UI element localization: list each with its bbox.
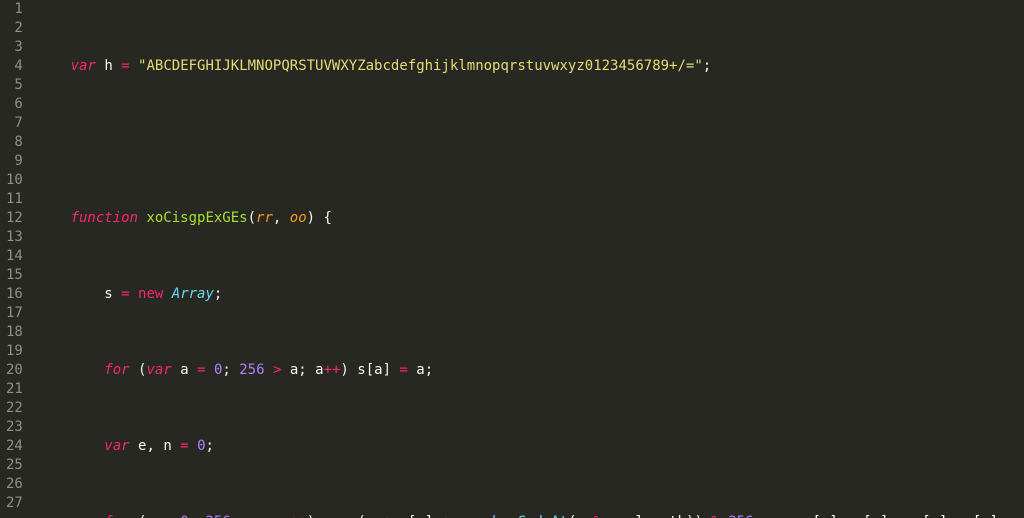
line-number: 15	[6, 266, 23, 285]
code-editor: 1234567891011121314151617181920212223242…	[0, 0, 1024, 518]
line-number: 3	[6, 38, 23, 57]
line-number: 21	[6, 380, 23, 399]
line-number: 26	[6, 475, 23, 494]
line-number: 11	[6, 190, 23, 209]
line-number-gutter: 1234567891011121314151617181920212223242…	[0, 0, 33, 518]
line-number: 27	[6, 494, 23, 513]
line-number: 6	[6, 95, 23, 114]
code-line[interactable]: function xoCisgpExGEs(rr, oo) {	[37, 209, 1024, 228]
line-number: 24	[6, 437, 23, 456]
line-number: 23	[6, 418, 23, 437]
line-number: 16	[6, 285, 23, 304]
line-number: 14	[6, 247, 23, 266]
line-number: 1	[6, 0, 23, 19]
line-number: 2	[6, 19, 23, 38]
line-number: 17	[6, 304, 23, 323]
code-line[interactable]: for (a = 0; 256 > a; a++) n = (n + s[a] …	[37, 513, 1024, 518]
code-line[interactable]: var e, n = 0;	[37, 437, 1024, 456]
line-number: 10	[6, 171, 23, 190]
code-line[interactable]	[37, 133, 1024, 152]
line-number: 4	[6, 57, 23, 76]
line-number: 22	[6, 399, 23, 418]
line-number: 18	[6, 323, 23, 342]
code-line[interactable]: s = new Array;	[37, 285, 1024, 304]
line-number: 9	[6, 152, 23, 171]
line-number: 8	[6, 133, 23, 152]
line-number: 5	[6, 76, 23, 95]
line-number: 12	[6, 209, 23, 228]
code-line[interactable]: var h = "ABCDEFGHIJKLMNOPQRSTUVWXYZabcde…	[37, 57, 1024, 76]
line-number: 13	[6, 228, 23, 247]
line-number: 19	[6, 342, 23, 361]
line-number: 25	[6, 456, 23, 475]
line-number: 7	[6, 114, 23, 133]
code-area[interactable]: var h = "ABCDEFGHIJKLMNOPQRSTUVWXYZabcde…	[33, 0, 1024, 518]
line-number: 20	[6, 361, 23, 380]
code-line[interactable]: for (var a = 0; 256 > a; a++) s[a] = a;	[37, 361, 1024, 380]
